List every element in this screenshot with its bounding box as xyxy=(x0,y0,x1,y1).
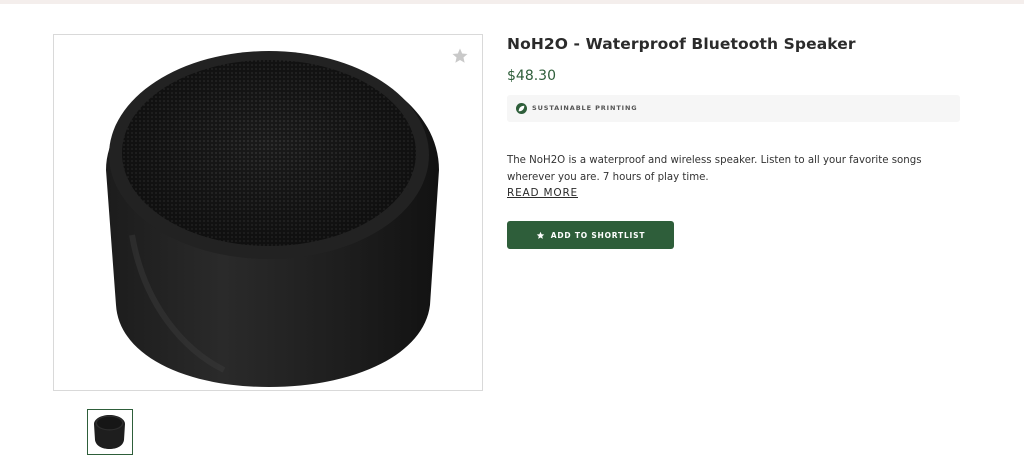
speaker-image xyxy=(106,51,439,387)
sustainable-badge: SUSTAINABLE PRINTING xyxy=(507,95,960,122)
leaf-icon xyxy=(516,103,527,114)
top-strip xyxy=(0,0,1024,4)
product-description: The NoH2O is a waterproof and wireless s… xyxy=(507,155,922,183)
speaker-thumbnail xyxy=(94,415,125,449)
add-to-shortlist-button[interactable]: ADD TO SHORTLIST xyxy=(507,221,674,249)
main-product-image xyxy=(53,34,483,391)
product-title: NoH2O - Waterproof Bluetooth Speaker xyxy=(507,35,856,53)
star-icon xyxy=(536,231,545,239)
shortlist-button-label: ADD TO SHORTLIST xyxy=(550,230,646,240)
badge-label: SUSTAINABLE PRINTING xyxy=(532,104,638,112)
star-icon[interactable] xyxy=(451,47,469,65)
read-more-link[interactable]: READ MORE xyxy=(507,187,578,199)
product-price: $48.30 xyxy=(507,68,556,84)
thumbnail-image[interactable] xyxy=(87,409,133,455)
